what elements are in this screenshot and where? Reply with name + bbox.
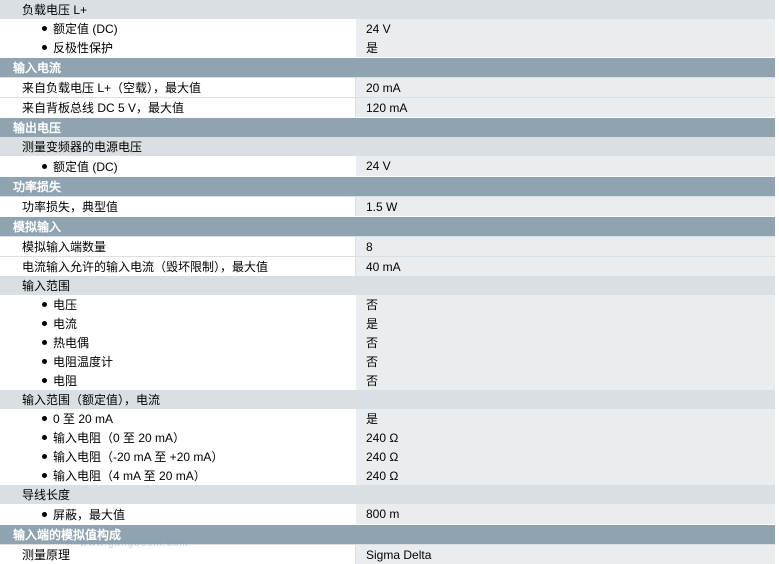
spec-value: 是 (356, 38, 775, 57)
bullet-icon (42, 321, 47, 326)
bullet-icon (42, 416, 47, 421)
bullet-icon (42, 378, 47, 383)
spec-label: 输入电阻（0 至 20 mA） (53, 431, 186, 445)
bullet-icon (42, 340, 47, 345)
spec-label: 屏蔽，最大值 (53, 507, 126, 522)
spec-value: 否 (356, 295, 775, 314)
spec-value: 800 m (356, 504, 775, 524)
spec-label: 输入范围 (22, 279, 71, 293)
spec-label: 测量原理 (0, 545, 356, 564)
spec-value: 1.5 W (356, 197, 775, 216)
spec-value: 240 Ω (356, 466, 775, 485)
spec-subheader-row: 输入范围（额定值），电流 (0, 390, 775, 409)
spec-value: 24 V (356, 19, 775, 38)
spec-subheader-row: 测量变频器的电源电压 (0, 137, 775, 156)
spec-value: 是 (356, 314, 775, 333)
spec-row: 测量原理 Sigma Delta (0, 544, 775, 564)
bullet-icon (42, 511, 47, 517)
spec-value (356, 485, 775, 504)
section-header: 功率损失 (0, 176, 775, 196)
spec-label: 导线长度 (22, 488, 71, 502)
spec-item-row: 电阻 否 (0, 371, 775, 390)
bullet-icon (42, 435, 47, 440)
spec-value (356, 276, 775, 295)
section-header: 输入电流 (0, 57, 775, 77)
spec-item-row: 输入电阻（4 mA 至 20 mA） 240 Ω (0, 466, 775, 485)
spec-label: 电阻温度计 (53, 355, 114, 369)
spec-item-row: 0 至 20 mA 是 (0, 409, 775, 428)
spec-value: 8 (356, 237, 775, 256)
spec-value (356, 390, 775, 409)
spec-value: 40 mA (356, 257, 775, 276)
spec-value: 120 mA (356, 98, 775, 117)
spec-row: 功率损失，典型值 1.5 W (0, 196, 775, 216)
spec-label: 电流 (53, 317, 78, 331)
bullet-icon (42, 45, 47, 50)
spec-label: 反极性保护 (53, 41, 114, 55)
spec-item-row: 额定值 (DC) 24 V (0, 19, 775, 38)
spec-label: 额定值 (DC) (53, 159, 118, 174)
spec-row: 来自背板总线 DC 5 V，最大值 120 mA (0, 97, 775, 117)
spec-item-row: 反极性保护 是 (0, 38, 775, 57)
bullet-icon (42, 359, 47, 364)
spec-label: 测量变频器的电源电压 (22, 140, 143, 154)
spec-label: 来自负载电压 L+（空载），最大值 (0, 78, 356, 97)
bullet-icon (42, 26, 47, 31)
spec-item-row: 电压 否 (0, 295, 775, 314)
spec-label: 输入电阻（4 mA 至 20 mA） (53, 469, 206, 483)
bullet-icon (42, 473, 47, 478)
spec-value: 否 (356, 352, 775, 371)
spec-item-row: 热电偶 否 (0, 333, 775, 352)
spec-item-row: 电阻温度计 否 (0, 352, 775, 371)
spec-item-row: 屏蔽，最大值 800 m (0, 504, 775, 524)
spec-label: 输入范围（额定值），电流 (22, 393, 161, 407)
section-header: 输入端的模拟值构成 (0, 524, 775, 544)
spec-item-row: 电流 是 (0, 314, 775, 333)
spec-table: 负载电压 L+ 额定值 (DC) 24 V 反极性保护 是 输入电流 来自负载电… (0, 0, 775, 564)
spec-value: 20 mA (356, 78, 775, 97)
spec-item-row: 输入电阻（-20 mA 至 +20 mA） 240 Ω (0, 447, 775, 466)
spec-value: 否 (356, 333, 775, 352)
spec-label: 电阻 (53, 374, 78, 388)
spec-value (356, 137, 775, 156)
spec-label: 负载电压 L+ (22, 3, 88, 17)
spec-value: 24 V (356, 156, 775, 176)
spec-value (356, 0, 775, 19)
spec-subheader-row: 导线长度 (0, 485, 775, 504)
bullet-icon (42, 163, 47, 169)
section-header: 输出电压 (0, 117, 775, 137)
spec-label: 输入电阻（-20 mA 至 +20 mA） (53, 450, 224, 464)
spec-value: 是 (356, 409, 775, 428)
spec-item-row: 额定值 (DC) 24 V (0, 156, 775, 176)
section-header: 模拟输入 (0, 216, 775, 236)
spec-subheader-row: 输入范围 (0, 276, 775, 295)
spec-subheader-row: 负载电压 L+ (0, 0, 775, 19)
spec-value: 240 Ω (356, 447, 775, 466)
bullet-icon (42, 302, 47, 307)
spec-row: 模拟输入端数量 8 (0, 236, 775, 256)
spec-label: 电流输入允许的输入电流（毁坏限制），最大值 (0, 257, 356, 276)
spec-label: 电压 (53, 298, 78, 312)
spec-label: 模拟输入端数量 (0, 237, 356, 256)
spec-label: 额定值 (DC) (53, 22, 118, 36)
spec-label: 功率损失，典型值 (0, 197, 356, 216)
spec-row: 电流输入允许的输入电流（毁坏限制），最大值 40 mA (0, 256, 775, 276)
spec-label: 热电偶 (53, 336, 90, 350)
spec-item-row: 输入电阻（0 至 20 mA） 240 Ω (0, 428, 775, 447)
spec-label: 来自背板总线 DC 5 V，最大值 (0, 98, 356, 117)
bullet-icon (42, 454, 47, 459)
spec-row: 来自负载电压 L+（空载），最大值 20 mA (0, 77, 775, 97)
spec-label: 0 至 20 mA (53, 412, 114, 426)
spec-value: Sigma Delta (356, 545, 775, 564)
spec-value: 240 Ω (356, 428, 775, 447)
spec-value: 否 (356, 371, 775, 390)
